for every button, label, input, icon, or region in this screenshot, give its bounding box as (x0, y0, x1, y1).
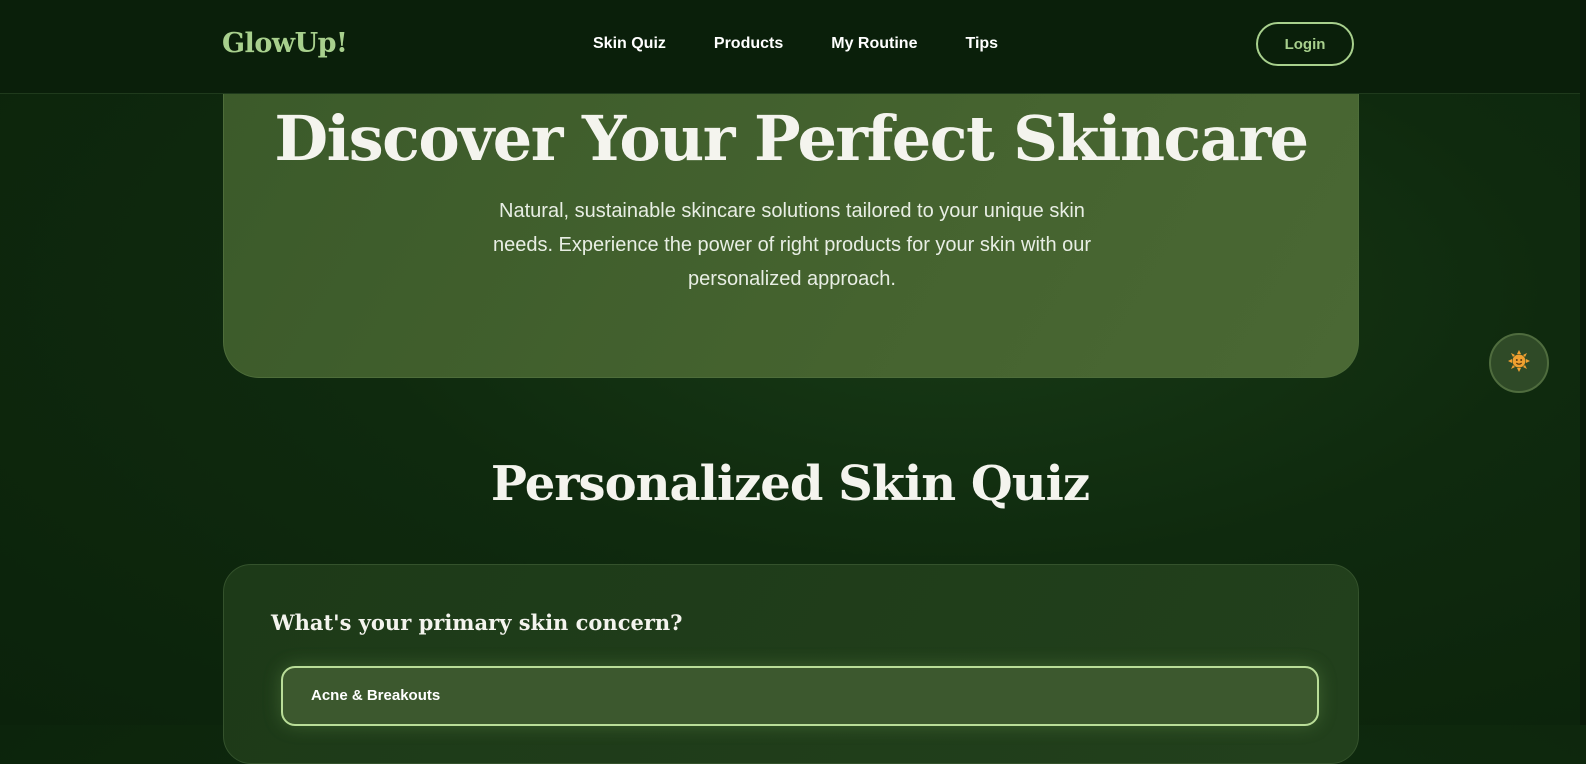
sun-face-icon (1508, 349, 1530, 377)
nav-link-my-routine[interactable]: My Routine (831, 35, 917, 53)
quiz-card: What's your primary skin concern? Acne &… (223, 564, 1359, 764)
nav-link-products[interactable]: Products (714, 35, 783, 53)
nav-link-skin-quiz[interactable]: Skin Quiz (593, 35, 666, 53)
brand-logo[interactable]: GlowUp! (222, 28, 348, 59)
quiz-option-label: Acne & Breakouts (311, 687, 441, 704)
main-nav: Skin Quiz Products My Routine Tips (593, 35, 1046, 53)
floating-assistant-button[interactable] (1489, 333, 1549, 393)
quiz-option-acne[interactable]: Acne & Breakouts (281, 666, 1319, 726)
quiz-question: What's your primary skin concern? (271, 610, 683, 635)
hero-banner: Discover Your Perfect Skincare Natural, … (223, 60, 1359, 378)
login-button[interactable]: Login (1256, 22, 1354, 66)
quiz-section-title: Personalized Skin Quiz (490, 456, 1090, 512)
page-scrollbar[interactable] (1580, 0, 1586, 725)
hero-title: Discover Your Perfect Skincare (274, 102, 1309, 175)
nav-link-tips[interactable]: Tips (965, 35, 998, 53)
top-navbar: GlowUp! Skin Quiz Products My Routine Ti… (0, 0, 1580, 94)
hero-subtitle: Natural, sustainable skincare solutions … (492, 200, 1092, 290)
